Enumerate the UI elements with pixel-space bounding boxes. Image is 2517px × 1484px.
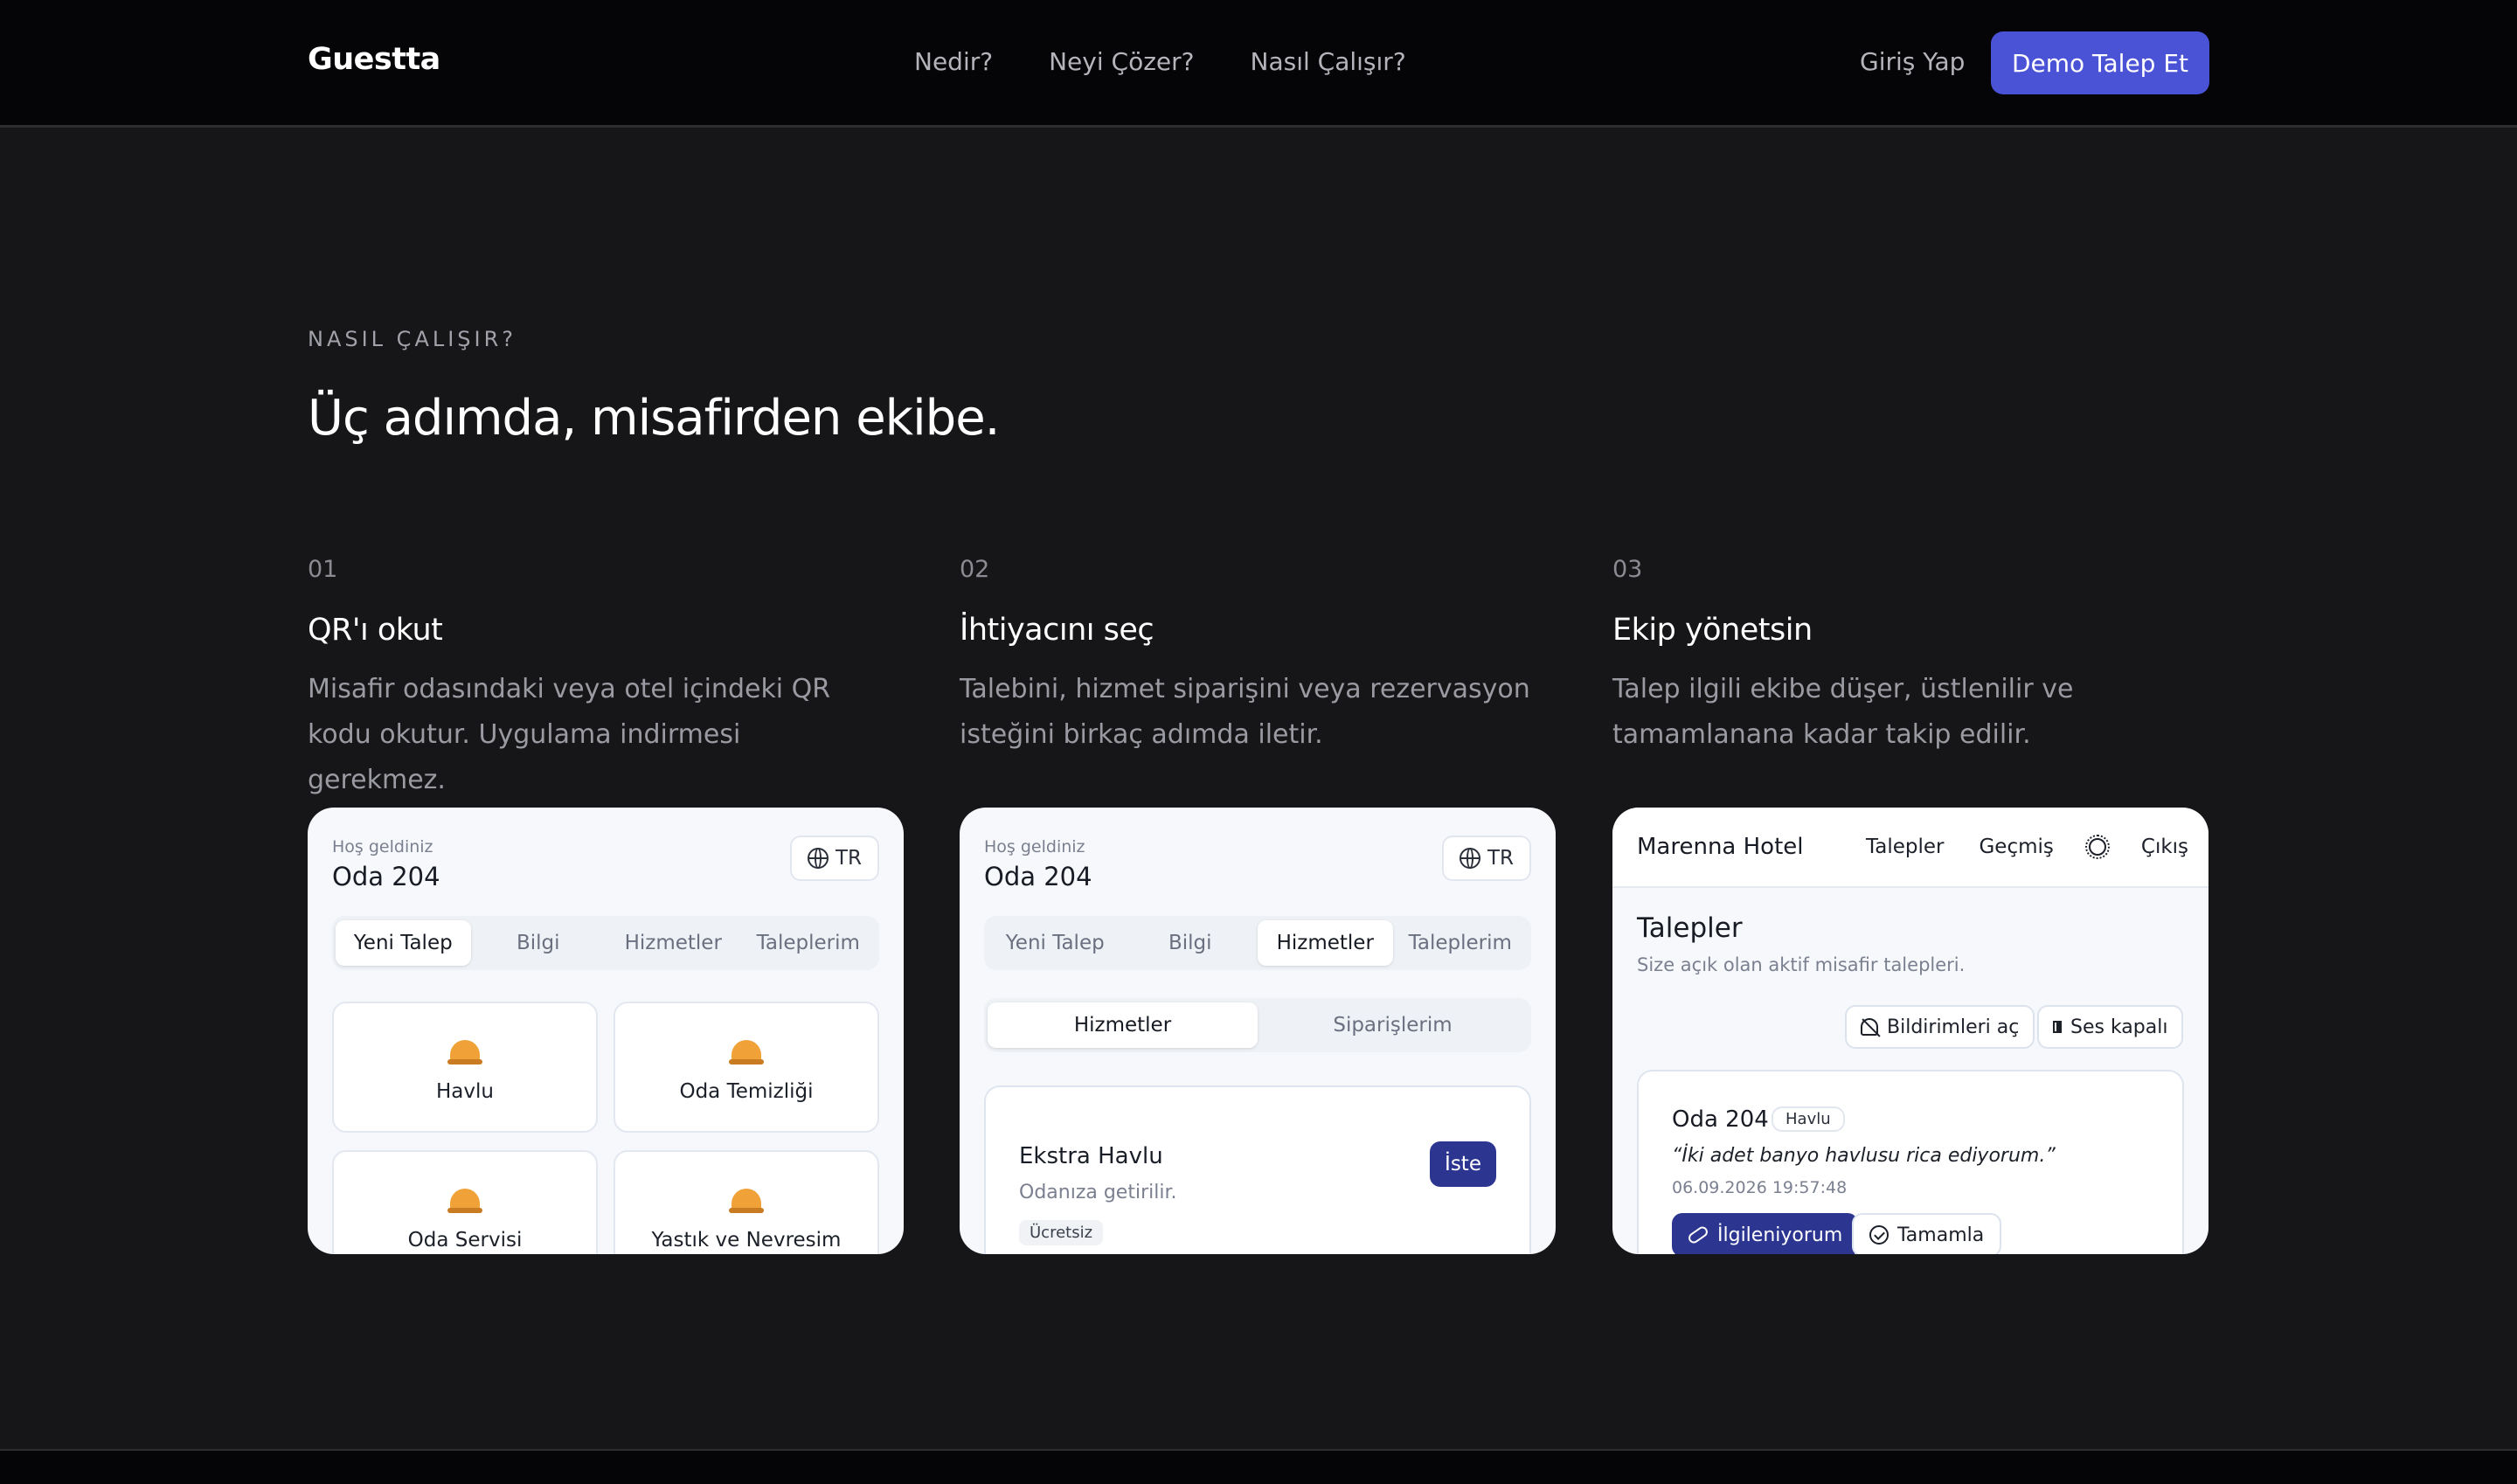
language-selector[interactable]: TR xyxy=(1441,836,1531,881)
service-tile-yastik-nevresim[interactable]: Yastık ve Nevresim xyxy=(614,1150,879,1254)
staff-nav-gecmis[interactable]: Geçmiş xyxy=(1979,836,2053,858)
bell-off-icon xyxy=(1861,1018,1878,1036)
step-2: 02 İhtiyacını seç Talebini, hizmet sipar… xyxy=(960,556,1556,758)
complete-request-label: Tamamla xyxy=(1897,1224,1985,1246)
nav-link-nedir[interactable]: Nedir? xyxy=(914,47,993,76)
bell-icon xyxy=(447,1035,482,1064)
guest-app-preview-services: Hoş geldiniz Oda 204 TR Yeni Talep Bilgi… xyxy=(960,808,1556,1254)
requests-subtitle: Size açık olan aktif misafir talepleri. xyxy=(1637,954,1966,975)
theme-toggle-sun-icon[interactable] xyxy=(2084,835,2110,859)
guest-app-preview-new-request: Hoş geldiniz Oda 204 TR Yeni Talep Bilgi… xyxy=(308,808,904,1254)
handshake-icon xyxy=(1686,1224,1710,1245)
services-subtabs: Hizmetler Siparişlerim xyxy=(984,998,1531,1052)
step-1: 01 QR'ı okut Misafir odasındaki veya ote… xyxy=(308,556,904,803)
step-number: 03 xyxy=(1612,556,1643,583)
tab-taleplerim[interactable]: Taleplerim xyxy=(1393,920,1529,966)
nav-link-neyi-cozer[interactable]: Neyi Çözer? xyxy=(1049,47,1194,76)
service-item-title: Ekstra Havlu xyxy=(1019,1143,1163,1169)
service-tile-havlu[interactable]: Havlu xyxy=(332,1002,598,1133)
staff-nav-cikis[interactable]: Çıkış xyxy=(2141,836,2188,858)
tab-hizmetler[interactable]: Hizmetler xyxy=(1258,920,1393,966)
hotel-name: Marenna Hotel xyxy=(1637,834,1804,860)
check-circle-icon xyxy=(1869,1225,1889,1245)
claim-request-button[interactable]: İlgileniyorum xyxy=(1672,1213,1859,1254)
login-link[interactable]: Giriş Yap xyxy=(1860,47,1965,76)
brand-logo[interactable]: Guestta xyxy=(308,42,440,77)
claim-request-label: İlgileniyorum xyxy=(1717,1224,1843,1246)
service-tile-oda-temizligi[interactable]: Oda Temizliği xyxy=(614,1002,879,1133)
language-label: TR xyxy=(1487,847,1514,870)
request-item-button[interactable]: İste xyxy=(1430,1141,1496,1187)
staff-header: Marenna Hotel Talepler Geçmiş Çıkış xyxy=(1612,808,2208,888)
guest-tabs: Yeni Talep Bilgi Hizmetler Taleplerim xyxy=(984,916,1531,970)
step-number: 01 xyxy=(308,556,338,583)
bell-icon xyxy=(447,1183,482,1213)
service-label: Yastık ve Nevresim xyxy=(651,1229,842,1252)
step-description: Misafir odasındaki veya otel içindeki QR… xyxy=(308,674,831,795)
guest-header: Hoş geldiniz Oda 204 xyxy=(332,837,440,891)
complete-request-button[interactable]: Tamamla xyxy=(1852,1213,2002,1254)
globe-icon xyxy=(1459,848,1480,869)
nav-link-nasil-calisir[interactable]: Nasıl Çalışır? xyxy=(1251,47,1406,76)
demo-request-button[interactable]: Demo Talep Et xyxy=(1991,31,2209,94)
request-timestamp: 06.09.2026 19:57:48 xyxy=(1672,1178,1848,1197)
step-3: 03 Ekip yönetsin Talep ilgili ekibe düşe… xyxy=(1612,556,2208,758)
step-title: Ekip yönetsin xyxy=(1612,613,1813,648)
staff-dashboard-preview: Marenna Hotel Talepler Geçmiş Çıkış Tale… xyxy=(1612,808,2208,1254)
language-selector[interactable]: TR xyxy=(789,836,879,881)
tab-taleplerim[interactable]: Taleplerim xyxy=(741,920,877,966)
step-description: Talebini, hizmet siparişini veya rezerva… xyxy=(960,674,1530,750)
tab-bilgi[interactable]: Bilgi xyxy=(471,920,607,966)
request-card: Oda 204 Havlu “İki adet banyo havlusu ri… xyxy=(1637,1070,2184,1254)
top-nav: Guestta Nedir? Neyi Çözer? Nasıl Çalışır… xyxy=(0,0,2517,128)
bell-icon xyxy=(729,1035,764,1064)
sound-toggle-button[interactable]: Ses kapalı xyxy=(2037,1005,2184,1049)
step-title: QR'ı okut xyxy=(308,613,443,648)
speaker-muted-icon xyxy=(2053,1021,2062,1033)
tab-hizmetler[interactable]: Hizmetler xyxy=(606,920,741,966)
request-message: “İki adet banyo havlusu rica ediyorum.” xyxy=(1672,1145,2056,1167)
guest-header: Hoş geldiniz Oda 204 xyxy=(984,837,1092,891)
request-category-badge: Havlu xyxy=(1772,1106,1845,1132)
service-item-card: Ekstra Havlu Odanıza getirilir. Ücretsiz… xyxy=(984,1085,1531,1254)
section-eyebrow: NASIL ÇALIŞIR? xyxy=(308,327,517,351)
guest-tabs: Yeni Talep Bilgi Hizmetler Taleplerim xyxy=(332,916,879,970)
welcome-text: Hoş geldiniz xyxy=(332,837,433,856)
enable-notifications-label: Bildirimleri aç xyxy=(1887,1016,2020,1038)
sound-toggle-label: Ses kapalı xyxy=(2070,1016,2168,1038)
service-label: Oda Servisi xyxy=(407,1229,523,1252)
nav-links: Nedir? Neyi Çözer? Nasıl Çalışır? xyxy=(914,47,1406,76)
tab-bilgi[interactable]: Bilgi xyxy=(1123,920,1258,966)
subtab-siparislerim[interactable]: Siparişlerim xyxy=(1258,1002,1528,1048)
service-label: Oda Temizliği xyxy=(679,1080,814,1103)
service-item-subtitle: Odanıza getirilir. xyxy=(1019,1182,1177,1203)
tab-yeni-talep[interactable]: Yeni Talep xyxy=(336,920,471,966)
room-title: Oda 204 xyxy=(332,862,440,891)
service-label: Havlu xyxy=(436,1080,494,1103)
staff-nav-talepler[interactable]: Talepler xyxy=(1866,836,1944,858)
bell-icon xyxy=(729,1183,764,1213)
requests-title: Talepler xyxy=(1637,912,1743,944)
price-badge: Ücretsiz xyxy=(1019,1220,1104,1245)
footer-divider xyxy=(0,1449,2517,1484)
step-number: 02 xyxy=(960,556,990,583)
step-description: Talep ilgili ekibe düşer, üstlenilir ve … xyxy=(1612,674,2074,750)
globe-icon xyxy=(807,848,829,869)
language-label: TR xyxy=(835,847,862,870)
enable-notifications-button[interactable]: Bildirimleri aç xyxy=(1845,1005,2035,1049)
subtab-hizmetler[interactable]: Hizmetler xyxy=(988,1002,1258,1048)
staff-nav: Talepler Geçmiş Çıkış xyxy=(1866,835,2188,859)
tab-yeni-talep[interactable]: Yeni Talep xyxy=(988,920,1123,966)
room-title: Oda 204 xyxy=(984,862,1092,891)
request-room: Oda 204 xyxy=(1672,1106,1769,1133)
section-headline: Üç adımda, misafirden ekibe. xyxy=(308,390,1000,447)
step-title: İhtiyacını seç xyxy=(960,613,1154,648)
welcome-text: Hoş geldiniz xyxy=(984,837,1085,856)
service-tile-oda-servisi[interactable]: Oda Servisi xyxy=(332,1150,598,1254)
